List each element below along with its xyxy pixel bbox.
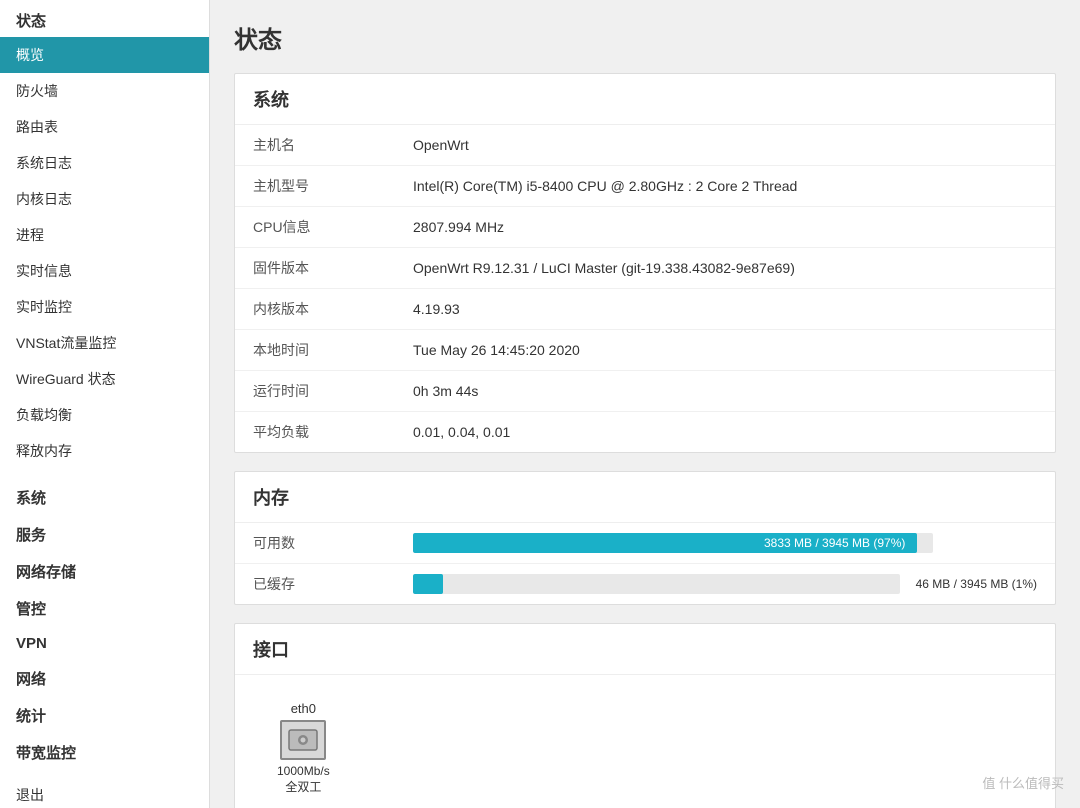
memory-bar-label: 46 MB / 3945 MB (1%) [916, 577, 1037, 591]
sidebar-item-vnstat[interactable]: VNStat流量监控 [0, 325, 209, 361]
sidebar-item-logout[interactable]: 退出 [0, 777, 209, 808]
memory-card: 内存 可用数 3833 MB / 3945 MB (97%) 已缓存 [234, 471, 1056, 605]
watermark: 值 什么值得买 [982, 773, 1064, 792]
memory-bar-fill [413, 574, 443, 594]
row-label: 固件版本 [235, 248, 395, 289]
table-row: 平均负载 0.01, 0.04, 0.01 [235, 412, 1055, 453]
memory-info-table: 可用数 3833 MB / 3945 MB (97%) 已缓存 46 M [235, 523, 1055, 604]
row-label: 本地时间 [235, 330, 395, 371]
row-value: OpenWrt R9.12.31 / LuCI Master (git-19.3… [395, 248, 1055, 289]
row-value: Intel(R) Core(TM) i5-8400 CPU @ 2.80GHz … [395, 166, 1055, 207]
main-content: 状态 系统 主机名 OpenWrt 主机型号 Intel(R) Core(TM)… [210, 0, 1080, 808]
sidebar-section-system[interactable]: 系统 [0, 477, 209, 514]
sidebar-section-netstorage[interactable]: 网络存储 [0, 551, 209, 588]
eth-speed: 1000Mb/s [277, 764, 330, 778]
sidebar-item-routes[interactable]: 路由表 [0, 109, 209, 145]
table-row: 固件版本 OpenWrt R9.12.31 / LuCI Master (git… [235, 248, 1055, 289]
table-row: 主机名 OpenWrt [235, 125, 1055, 166]
sidebar-item-processes[interactable]: 进程 [0, 217, 209, 253]
sidebar-section-status: 状态 [0, 0, 209, 37]
system-card-header: 系统 [235, 74, 1055, 125]
table-row: CPU信息 2807.994 MHz [235, 207, 1055, 248]
row-label: 运行时间 [235, 371, 395, 412]
row-label: 主机名 [235, 125, 395, 166]
table-row: 内核版本 4.19.93 [235, 289, 1055, 330]
sidebar-section-control[interactable]: 管控 [0, 588, 209, 625]
sidebar-section-stats[interactable]: 统计 [0, 695, 209, 732]
row-value: Tue May 26 14:45:20 2020 [395, 330, 1055, 371]
sidebar-item-realtime-monitor[interactable]: 实时监控 [0, 289, 209, 325]
memory-bar-fill: 3833 MB / 3945 MB (97%) [413, 533, 917, 553]
table-row: 可用数 3833 MB / 3945 MB (97%) [235, 523, 1055, 564]
sidebar-item-firewall[interactable]: 防火墙 [0, 73, 209, 109]
sidebar-section-services[interactable]: 服务 [0, 514, 209, 551]
row-value: 2807.994 MHz [395, 207, 1055, 248]
sidebar-item-realtime-info[interactable]: 实时信息 [0, 253, 209, 289]
sidebar-section-bandwidth[interactable]: 带宽监控 [0, 732, 209, 769]
row-label: 可用数 [235, 523, 395, 564]
row-value: 0h 3m 44s [395, 371, 1055, 412]
sidebar-item-loadbalance[interactable]: 负载均衡 [0, 397, 209, 433]
eth-duplex: 全双工 [285, 778, 321, 795]
row-value: 0.01, 0.04, 0.01 [395, 412, 1055, 453]
sidebar: 状态 概览 防火墙 路由表 系统日志 内核日志 进程 实时信息 实时监控 VNS… [0, 0, 210, 808]
eth-name: eth0 [291, 701, 316, 716]
table-row: 运行时间 0h 3m 44s [235, 371, 1055, 412]
table-row: 本地时间 Tue May 26 14:45:20 2020 [235, 330, 1055, 371]
sidebar-section-network[interactable]: 网络 [0, 658, 209, 695]
interface-card-header: 接口 [235, 624, 1055, 675]
row-label: 内核版本 [235, 289, 395, 330]
table-row: 已缓存 46 MB / 3945 MB (1%) [235, 564, 1055, 605]
page-title: 状态 [234, 20, 1056, 55]
memory-bar-wrap: 3833 MB / 3945 MB (97%) [413, 533, 933, 553]
system-info-table: 主机名 OpenWrt 主机型号 Intel(R) Core(TM) i5-84… [235, 125, 1055, 452]
system-card: 系统 主机名 OpenWrt 主机型号 Intel(R) Core(TM) i5… [234, 73, 1056, 453]
interface-item: eth0 1000Mb/s 全双工 [253, 685, 354, 808]
eth-icon [280, 720, 326, 760]
network-icon [287, 726, 319, 754]
row-value: 4.19.93 [395, 289, 1055, 330]
table-row: 主机型号 Intel(R) Core(TM) i5-8400 CPU @ 2.8… [235, 166, 1055, 207]
sidebar-item-wireguard[interactable]: WireGuard 状态 [0, 361, 209, 397]
sidebar-item-kernellog[interactable]: 内核日志 [0, 181, 209, 217]
sidebar-item-freemem[interactable]: 释放内存 [0, 433, 209, 469]
row-label: CPU信息 [235, 207, 395, 248]
memory-card-header: 内存 [235, 472, 1055, 523]
memory-bar-wrap [413, 574, 900, 594]
row-value: OpenWrt [395, 125, 1055, 166]
row-label: 主机型号 [235, 166, 395, 207]
row-label: 已缓存 [235, 564, 395, 605]
row-value: 3833 MB / 3945 MB (97%) [395, 523, 1055, 564]
interface-card: 接口 eth0 1000Mb/s 全双工 [234, 623, 1056, 808]
row-label: 平均负载 [235, 412, 395, 453]
sidebar-item-syslog[interactable]: 系统日志 [0, 145, 209, 181]
sidebar-item-overview[interactable]: 概览 [0, 37, 209, 73]
row-value: 46 MB / 3945 MB (1%) [395, 564, 1055, 605]
sidebar-section-vpn[interactable]: VPN [0, 625, 209, 658]
